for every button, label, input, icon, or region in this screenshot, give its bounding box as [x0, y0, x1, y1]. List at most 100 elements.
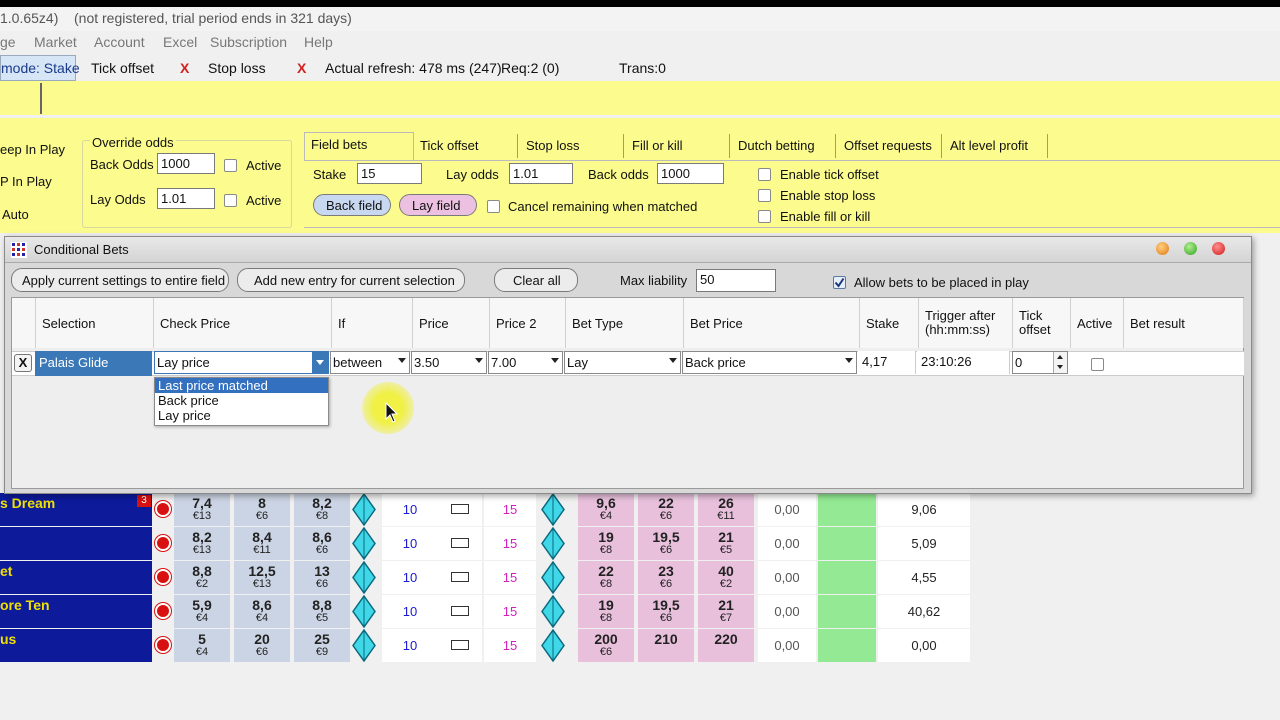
- lay-diamond-icon[interactable]: [541, 594, 565, 629]
- maximize-icon[interactable]: [1184, 242, 1197, 255]
- green-status-cell[interactable]: [818, 561, 876, 594]
- if-dropdown[interactable]: between: [330, 351, 410, 374]
- runner-name[interactable]: ore Ten: [0, 595, 152, 628]
- enable-tick-offset-checkbox[interactable]: [758, 168, 771, 181]
- back-diamond-icon[interactable]: [352, 492, 376, 527]
- lay-diamond-icon[interactable]: [541, 492, 565, 527]
- runner-name[interactable]: s Dream: [0, 493, 152, 526]
- option-lay-price[interactable]: Lay price: [155, 408, 328, 423]
- option-last-price-matched[interactable]: Last price matched: [155, 378, 328, 393]
- runner-status-icon[interactable]: [155, 603, 171, 619]
- rectangle-icon[interactable]: [451, 504, 469, 514]
- header-tick-offset[interactable]: Tick offset: [1013, 298, 1071, 348]
- back-price-1[interactable]: 13 €6: [294, 561, 350, 594]
- minimize-icon[interactable]: [1156, 242, 1169, 255]
- header-bet-type[interactable]: Bet Type: [566, 298, 684, 348]
- back-price-3[interactable]: 5,9 €4: [174, 595, 230, 628]
- back-price-2[interactable]: 8 €6: [234, 493, 290, 526]
- back-diamond-icon[interactable]: [352, 526, 376, 561]
- enable-stop-loss-checkbox[interactable]: [758, 189, 771, 202]
- mode-indicator[interactable]: mode: Stake: [0, 55, 80, 81]
- back-price-1[interactable]: 8,2 €8: [294, 493, 350, 526]
- lay-diamond-icon[interactable]: [541, 628, 565, 663]
- stepper-buttons[interactable]: [1053, 352, 1067, 373]
- enable-fill-or-kill-checkbox[interactable]: [758, 210, 771, 223]
- row-selection-cell[interactable]: Palais Glide: [35, 351, 152, 376]
- back-price-2[interactable]: 8,4 €11: [234, 527, 290, 560]
- back-diamond-icon[interactable]: [352, 560, 376, 595]
- tick-offset-stepper[interactable]: 0: [1012, 351, 1068, 374]
- back-odds-active-checkbox[interactable]: [224, 159, 237, 172]
- runner-row[interactable]: s Dream 7,4 €13 8 €6 8,2 €8 9,6 €4 22 €6 26 €11 3 10 15…: [0, 492, 972, 527]
- lay-field-button[interactable]: Lay field: [399, 194, 477, 216]
- lay-price-1[interactable]: 9,6 €4: [578, 493, 634, 526]
- header-bet-price[interactable]: Bet Price: [684, 298, 860, 348]
- back-price-3[interactable]: 5 €4: [174, 629, 230, 662]
- lay-diamond-icon[interactable]: [541, 526, 565, 561]
- lay-odds-input[interactable]: 1.01: [157, 188, 215, 209]
- runner-row[interactable]: et 8,8 €2 12,5 €13 13 €6 22 €8 23 €6 40 €2 10 15 0,00 4,…: [0, 560, 972, 595]
- back-odds-input[interactable]: 1000: [157, 153, 215, 174]
- chevron-down-icon[interactable]: [1057, 365, 1063, 369]
- runner-row[interactable]: ore Ten 5,9 €4 8,6 €4 8,8 €5 19 €8 19,5 €6 21 €7 10 15…: [0, 594, 972, 629]
- option-back-price[interactable]: Back price: [155, 393, 328, 408]
- lay-price-3[interactable]: 40 €2: [698, 561, 754, 594]
- lay-price-3[interactable]: 220: [698, 629, 754, 662]
- stake-input[interactable]: 15: [357, 163, 422, 184]
- green-status-cell[interactable]: [818, 527, 876, 560]
- back-diamond-icon[interactable]: [352, 628, 376, 663]
- green-status-cell[interactable]: [818, 493, 876, 526]
- back-diamond-icon[interactable]: [352, 594, 376, 629]
- clear-all-button[interactable]: Clear all: [494, 268, 578, 292]
- max-liability-input[interactable]: 50: [696, 269, 776, 292]
- lay-price-1[interactable]: 200 €6: [578, 629, 634, 662]
- back-price-1[interactable]: 8,8 €5: [294, 595, 350, 628]
- lay-price-3[interactable]: 21 €5: [698, 527, 754, 560]
- trigger-cell[interactable]: 23:10:26: [917, 351, 1010, 374]
- lay-price-1[interactable]: 19 €8: [578, 527, 634, 560]
- lay-price-1[interactable]: 22 €8: [578, 561, 634, 594]
- rectangle-icon[interactable]: [451, 640, 469, 650]
- back-odds-field-input[interactable]: 1000: [657, 163, 724, 184]
- runner-name[interactable]: et: [0, 561, 152, 594]
- bet-type-dropdown[interactable]: Lay: [564, 351, 681, 374]
- lay-diamond-icon[interactable]: [541, 560, 565, 595]
- menu-help[interactable]: Help: [304, 34, 333, 50]
- close-icon[interactable]: [1212, 242, 1225, 255]
- runner-row[interactable]: 8,2 €13 8,4 €11 8,6 €6 19 €8 19,5 €6 21 €5 10 15 0,00 5…: [0, 526, 972, 561]
- check-price-dropdown-button[interactable]: [312, 352, 328, 373]
- back-price-2[interactable]: 12,5 €13: [234, 561, 290, 594]
- header-if[interactable]: If: [332, 298, 413, 348]
- tab-stop-loss[interactable]: Stop loss: [520, 134, 624, 158]
- runner-status-icon[interactable]: [155, 535, 171, 551]
- lay-odds-field-input[interactable]: 1.01: [509, 163, 573, 184]
- auto-option[interactable]: Auto: [2, 207, 29, 222]
- header-price[interactable]: Price: [413, 298, 490, 348]
- green-status-cell[interactable]: [818, 629, 876, 662]
- back-price-3[interactable]: 8,2 €13: [174, 527, 230, 560]
- back-price-2[interactable]: 8,6 €4: [234, 595, 290, 628]
- runner-row[interactable]: us 5 €4 20 €6 25 €9 200 €6 210 220 10 15 0,00 0,00: [0, 628, 972, 663]
- menu-market[interactable]: Market: [34, 34, 77, 50]
- menu-subscription[interactable]: Subscription: [210, 34, 287, 50]
- header-stake[interactable]: Stake: [860, 298, 919, 348]
- back-price-1[interactable]: 8,6 €6: [294, 527, 350, 560]
- rectangle-icon[interactable]: [451, 572, 469, 582]
- runner-name[interactable]: [0, 527, 152, 560]
- lay-price-2[interactable]: 23 €6: [638, 561, 694, 594]
- rectangle-icon[interactable]: [451, 606, 469, 616]
- tab-field-bets[interactable]: Field bets: [304, 132, 414, 160]
- tab-tick-offset[interactable]: Tick offset: [414, 134, 518, 158]
- back-price-3[interactable]: 8,8 €2: [174, 561, 230, 594]
- rectangle-icon[interactable]: [451, 538, 469, 548]
- menu-manage[interactable]: ge: [0, 34, 16, 50]
- lay-price-2[interactable]: 210: [638, 629, 694, 662]
- row-active-checkbox[interactable]: [1091, 358, 1104, 371]
- menu-excel[interactable]: Excel: [163, 34, 197, 50]
- price2-dropdown[interactable]: 7.00: [488, 351, 563, 374]
- menu-account[interactable]: Account: [94, 34, 145, 50]
- back-price-2[interactable]: 20 €6: [234, 629, 290, 662]
- back-price-3[interactable]: 7,4 €13: [174, 493, 230, 526]
- runner-status-icon[interactable]: [155, 569, 171, 585]
- header-bet-result[interactable]: Bet result: [1124, 298, 1244, 348]
